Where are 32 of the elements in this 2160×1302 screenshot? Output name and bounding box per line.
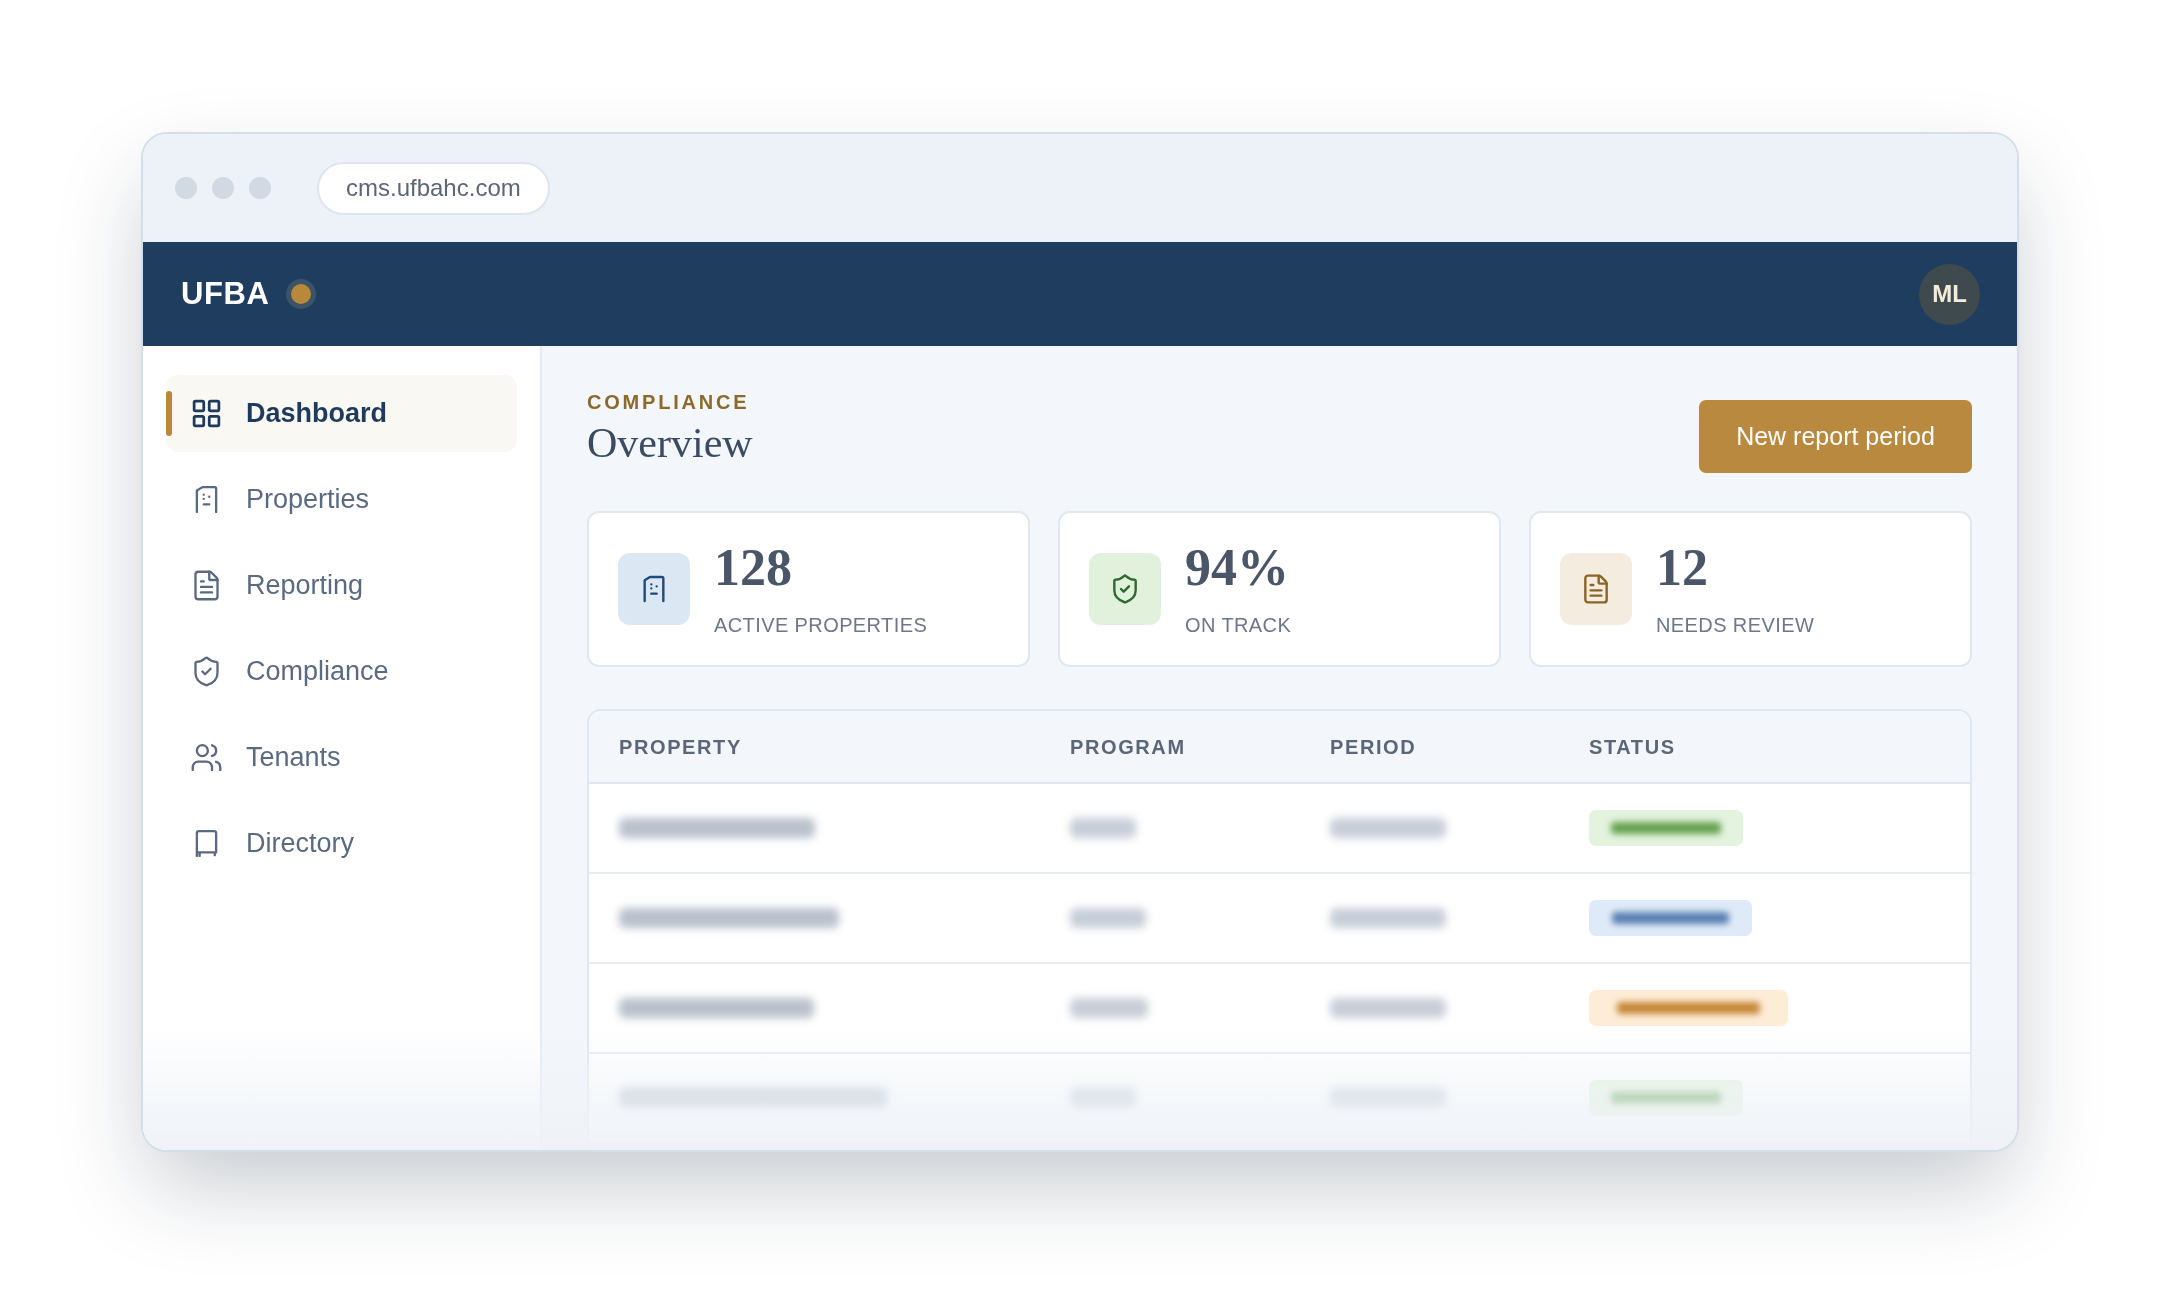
document-icon [1560,553,1632,625]
column-header: PERIOD [1330,734,1418,760]
page-title: Overview [587,419,753,468]
sidebar-item[interactable]: Compliance [166,633,517,710]
building-icon [618,553,690,625]
sidebar-item[interactable]: Tenants [166,719,517,796]
blurred-text [1070,818,1136,838]
users-icon [190,741,223,774]
window-control-icon[interactable] [212,177,234,199]
column-header: PROGRAM [1070,734,1187,760]
stat-value: 128 [714,539,793,597]
stat-value: 12 [1656,539,1709,597]
window-control-icon[interactable] [249,177,271,199]
window-control-icon[interactable] [175,177,197,199]
sidebar-item[interactable]: Directory [166,805,517,882]
grid-icon [190,397,223,430]
column-header: STATUS [1589,734,1677,760]
new-report-button[interactable]: New report period [1699,400,1972,473]
address-bar[interactable]: cms.ufbahc.com [317,161,550,215]
stat-label: ACTIVE PROPERTIES [714,613,928,638]
shield-check-icon [1089,553,1161,625]
sidebar-item[interactable]: Dashboard [166,375,517,452]
sidebar-item[interactable]: Properties [166,461,517,538]
user-avatar[interactable]: ML [1919,263,1980,325]
section-eyebrow: COMPLIANCE [587,390,751,414]
stat-label: ON TRACK [1185,613,1292,638]
active-indicator [166,391,172,436]
brand-name: UFBA [181,274,270,313]
stat-value: 94% [1185,539,1290,597]
stat-label: NEEDS REVIEW [1656,613,1815,638]
sidebar-item[interactable]: Reporting [166,547,517,624]
column-header: PROPERTY [618,734,743,760]
